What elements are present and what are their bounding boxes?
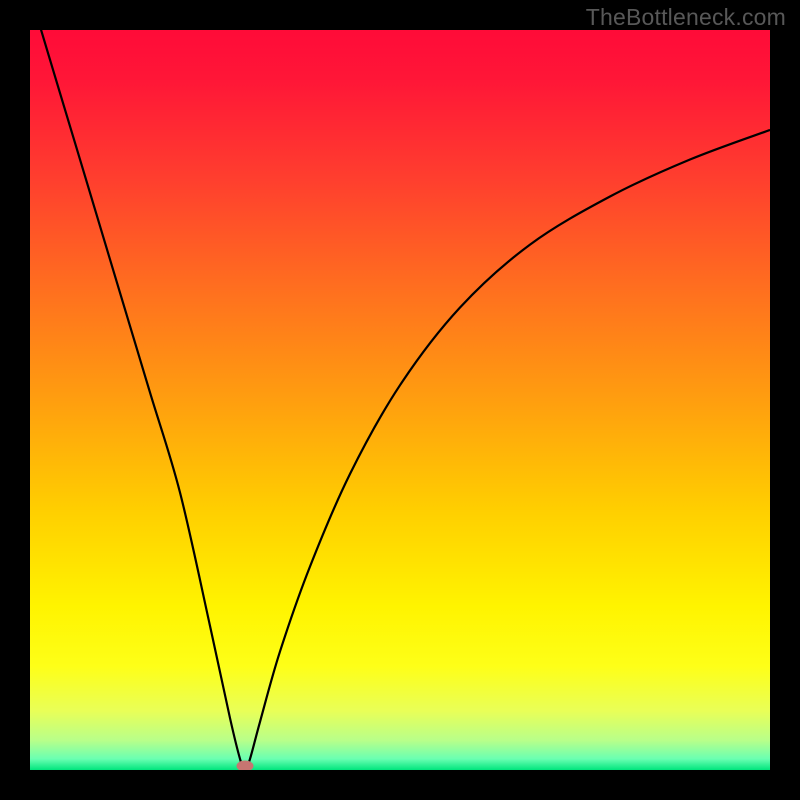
- bottleneck-curve: [30, 30, 770, 770]
- plot-area: [30, 30, 770, 770]
- curve-path: [30, 30, 770, 770]
- chart-frame: TheBottleneck.com: [0, 0, 800, 800]
- watermark-text: TheBottleneck.com: [586, 4, 786, 31]
- optimal-point-marker: [237, 761, 254, 771]
